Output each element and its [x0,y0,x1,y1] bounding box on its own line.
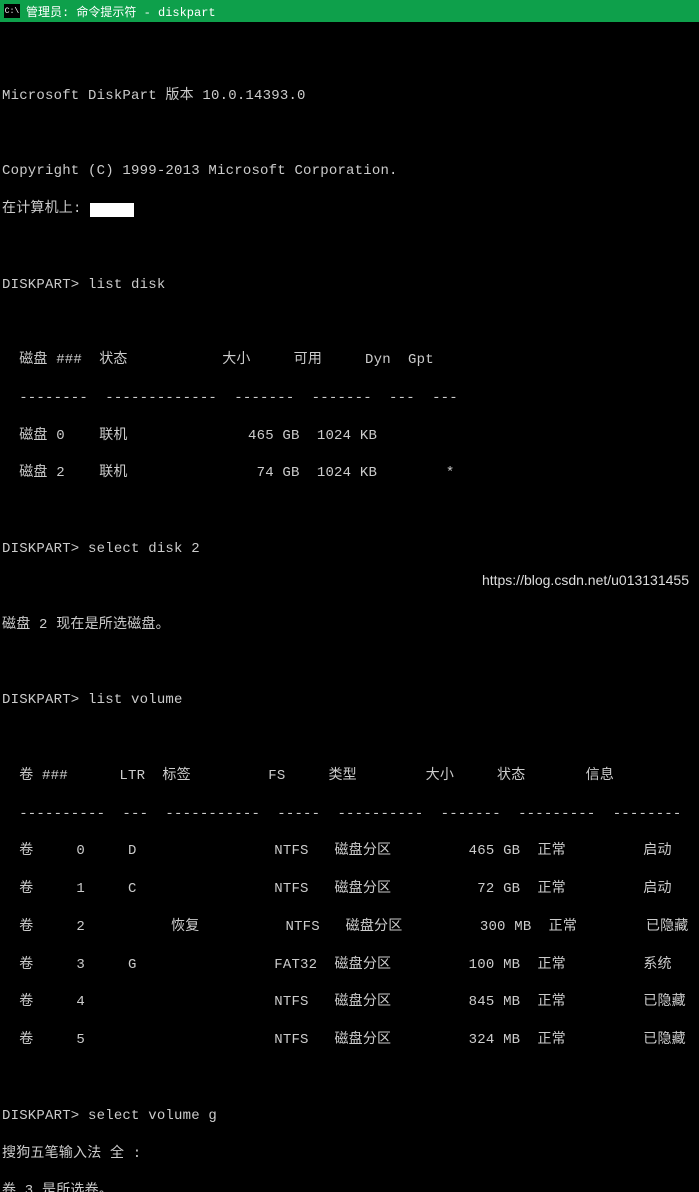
cmd-select-volume: DISKPART> select volume g [2,1107,697,1126]
blank-line [2,313,697,332]
blank-line [2,238,697,257]
copyright-line: Copyright (C) 1999-2013 Microsoft Corpor… [2,162,697,181]
disk-header: 磁盘 ### 状态 大小 可用 Dyn Gpt [2,351,697,370]
on-computer-line: 在计算机上: [2,200,697,219]
cmd-list-volume: DISKPART> list volume [2,691,697,710]
table-row: 卷 0 D NTFS 磁盘分区 465 GB 正常 启动 [2,842,697,861]
table-row: 卷 5 NTFS 磁盘分区 324 MB 正常 已隐藏 [2,1031,697,1050]
redacted-hostname [90,203,134,217]
window-titlebar[interactable]: C:\ 管理员: 命令提示符 - diskpart [0,0,699,22]
table-row: 磁盘 2 联机 74 GB 1024 KB * [2,464,697,483]
terminal-area[interactable]: Microsoft DiskPart 版本 10.0.14393.0 Copyr… [0,22,699,1192]
ime-hint: 搜狗五笔输入法 全 : [2,1145,697,1164]
blank-line [2,502,697,521]
table-row: 卷 3 G FAT32 磁盘分区 100 MB 正常 系统 [2,956,697,975]
cmd-list-disk: DISKPART> list disk [2,276,697,295]
blank-line [2,49,697,68]
disk-underline: -------- ------------- ------- ------- -… [2,389,697,408]
cmd-select-disk: DISKPART> select disk 2 [2,540,697,559]
vol-header: 卷 ### LTR 标签 FS 类型 大小 状态 信息 [2,767,697,786]
table-row: 卷 4 NTFS 磁盘分区 845 MB 正常 已隐藏 [2,993,697,1012]
blank-line [2,1069,697,1088]
msg-disk-selected: 磁盘 2 现在是所选磁盘。 [2,616,697,635]
watermark-url: https://blog.csdn.net/u013131455 [482,572,689,588]
table-row: 磁盘 0 联机 465 GB 1024 KB [2,427,697,446]
blank-line [2,124,697,143]
version-line: Microsoft DiskPart 版本 10.0.14393.0 [2,87,697,106]
window-title: 管理员: 命令提示符 - diskpart [26,3,216,20]
blank-line [2,729,697,748]
table-row: 卷 1 C NTFS 磁盘分区 72 GB 正常 启动 [2,880,697,899]
cmd-icon: C:\ [4,4,20,18]
msg-vol-selected: 卷 3 是所选卷。 [2,1182,697,1192]
blank-line [2,653,697,672]
table-row: 卷 2 恢复 NTFS 磁盘分区 300 MB 正常 已隐藏 [2,918,697,937]
vol-underline: ---------- --- ----------- ----- -------… [2,805,697,824]
